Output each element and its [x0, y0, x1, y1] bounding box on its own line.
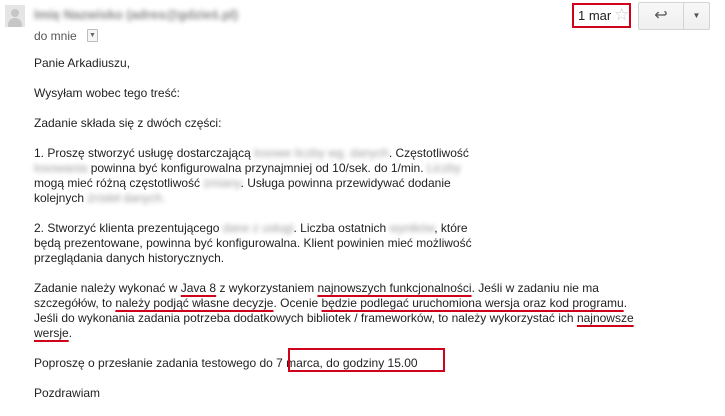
- text: z wykorzystaniem: [216, 281, 318, 295]
- text: . Ocenie: [273, 296, 322, 310]
- text: . Liczba ostatnich: [293, 221, 390, 235]
- text: powinna być konfigurowalna przynajmniej …: [87, 161, 424, 175]
- text: . Częstotliwość: [388, 146, 469, 160]
- redacted-text: zmiany: [203, 176, 241, 190]
- message-date[interactable]: 1 mar: [578, 8, 611, 23]
- deadline-highlight-box: [288, 348, 445, 372]
- recipient-label: do mnie: [34, 29, 77, 43]
- text: szczegółów, to: [34, 296, 116, 310]
- text: przeglądania danych historycznych.: [34, 251, 225, 265]
- text: kolejnych: [34, 191, 88, 205]
- greeting: Panie Arkadiuszu,: [34, 56, 131, 70]
- text: Zadanie należy wykonać w: [34, 281, 181, 295]
- closing: Pozdrawiam: [34, 386, 101, 400]
- intro-line: Wysyłam wobec tego treść:: [34, 86, 180, 100]
- task-intro-line: Zadanie składa się z dwóch części:: [34, 116, 222, 130]
- highlight-own-decisions: należy podjąć własne decyzje: [115, 296, 274, 310]
- redacted-text: Liczby: [426, 161, 461, 175]
- chevron-down-icon: ▼: [89, 32, 96, 39]
- text: 1. Proszę stworzyć usługę dostarczającą: [34, 146, 255, 160]
- highlight-newest: najnowsze: [576, 311, 634, 325]
- text: , które: [434, 221, 468, 235]
- requirements-paragraph: Zadanie należy wykonać w Java 8 z wykorz…: [34, 281, 714, 341]
- text: mogą mieć różną częstotliwość: [34, 176, 204, 190]
- sender-name[interactable]: Imię Nazwisko (adres@gdzieś.pl): [34, 7, 238, 22]
- highlight-java8: Java 8: [180, 281, 217, 295]
- text: 2. Stworzyć klienta prezentującego: [34, 221, 223, 235]
- redacted-text: dane z usługi: [222, 221, 294, 235]
- redacted-text: wyników: [389, 221, 435, 235]
- text: Poproszę o przesłanie zadania testowego …: [34, 356, 277, 370]
- highlight-evaluation: będzie podlegać uruchomiona wersja oraz …: [321, 296, 624, 310]
- text: . Jeśli w zadaniu nie ma: [471, 281, 599, 295]
- redacted-text: losowania: [34, 161, 88, 175]
- recipient-details-button[interactable]: ▼: [87, 29, 98, 42]
- text: .: [623, 296, 628, 310]
- person-body-icon: [8, 18, 22, 27]
- text: Jeśli do wykonania zadania potrzeba doda…: [34, 311, 577, 325]
- redacted-text: źródeł danych.: [87, 191, 166, 205]
- text: . Usługa powinna przewidywać dodanie: [240, 176, 451, 190]
- highlight-versions: wersje: [34, 326, 69, 340]
- message-header: Imię Nazwisko (adres@gdzieś.pl) do mnie …: [0, 0, 725, 48]
- redacted-text: losowe liczby wg. danych: [254, 146, 389, 160]
- more-options-button[interactable]: ▼: [683, 2, 710, 30]
- reply-button[interactable]: ↩: [638, 2, 684, 30]
- triangle-down-icon: ▼: [692, 11, 701, 20]
- highlight-newest-features: najnowszych funkcjonalności: [317, 281, 472, 295]
- star-icon[interactable]: ☆: [614, 5, 629, 25]
- text: będą prezentowane, powinna być konfiguro…: [34, 236, 472, 250]
- avatar[interactable]: [5, 5, 25, 27]
- task-part-1: 1. Proszę stworzyć usługę dostarczającą …: [34, 146, 714, 206]
- reply-arrow-icon: ↩: [654, 7, 668, 24]
- person-head-icon: [11, 9, 19, 17]
- text: .: [68, 326, 73, 340]
- task-part-2: 2. Stworzyć klienta prezentującego dane …: [34, 221, 714, 266]
